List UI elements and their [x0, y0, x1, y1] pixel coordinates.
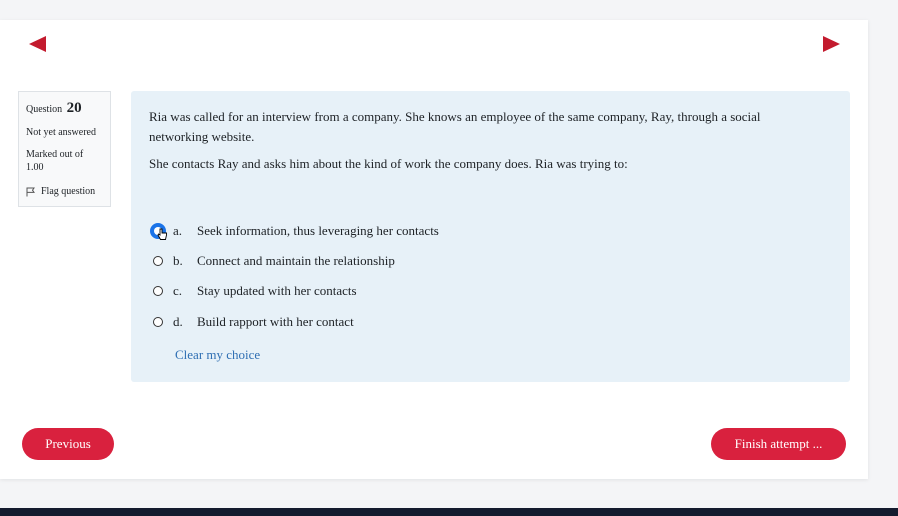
- grade-info: Marked out of 1.00: [26, 148, 103, 175]
- answer-option-b[interactable]: b. Connect and maintain the relationship: [153, 251, 395, 271]
- answer-text: Stay updated with her contacts: [197, 283, 357, 298]
- radio-b[interactable]: [153, 256, 163, 266]
- previous-page-arrow-icon[interactable]: [29, 36, 46, 52]
- answer-text: Seek information, thus leveraging her co…: [197, 223, 439, 238]
- flag-question-label: Flag question: [41, 185, 96, 197]
- question-content: Ria was called for an interview from a c…: [131, 91, 850, 382]
- answer-letter: c.: [173, 283, 183, 298]
- finish-attempt-button[interactable]: Finish attempt ...: [711, 428, 846, 460]
- question-label: Question: [26, 104, 63, 115]
- flag-icon: [26, 187, 35, 196]
- question-paragraph-1: Ria was called for an interview from a c…: [149, 109, 761, 144]
- answer-option-a[interactable]: a. Seek information, thus leveraging her…: [150, 221, 439, 241]
- radio-c[interactable]: [153, 286, 163, 296]
- grade-value: 1.00: [26, 162, 44, 174]
- flag-question-button[interactable]: Flag question: [26, 185, 103, 199]
- previous-button[interactable]: Previous: [22, 428, 114, 460]
- next-page-arrow-icon[interactable]: [823, 36, 840, 52]
- answer-text: Build rapport with her contact: [197, 314, 354, 329]
- answer-option-d[interactable]: d. Build rapport with her contact: [153, 312, 354, 332]
- answer-option-c[interactable]: c. Stay updated with her contacts: [153, 281, 357, 301]
- answer-text: Connect and maintain the relationship: [197, 253, 395, 268]
- question-paragraph-2: She contacts Ray and asks him about the …: [149, 156, 628, 171]
- answer-letter: b.: [173, 253, 183, 268]
- question-text: Ria was called for an interview from a c…: [149, 107, 809, 181]
- hand-cursor-icon: [157, 228, 167, 240]
- question-number-row: Question 20: [26, 98, 103, 118]
- marked-out-of-label: Marked out of: [26, 148, 84, 160]
- taskbar-strip: [0, 508, 898, 516]
- question-info-panel: Question 20 Not yet answered Marked out …: [18, 91, 111, 207]
- answer-letter: a.: [173, 223, 183, 238]
- answer-letter: d.: [173, 314, 183, 329]
- question-state: Not yet answered: [26, 127, 96, 139]
- clear-my-choice-link[interactable]: Clear my choice: [175, 347, 260, 363]
- question-number: 20: [66, 100, 82, 116]
- radio-d[interactable]: [153, 317, 163, 327]
